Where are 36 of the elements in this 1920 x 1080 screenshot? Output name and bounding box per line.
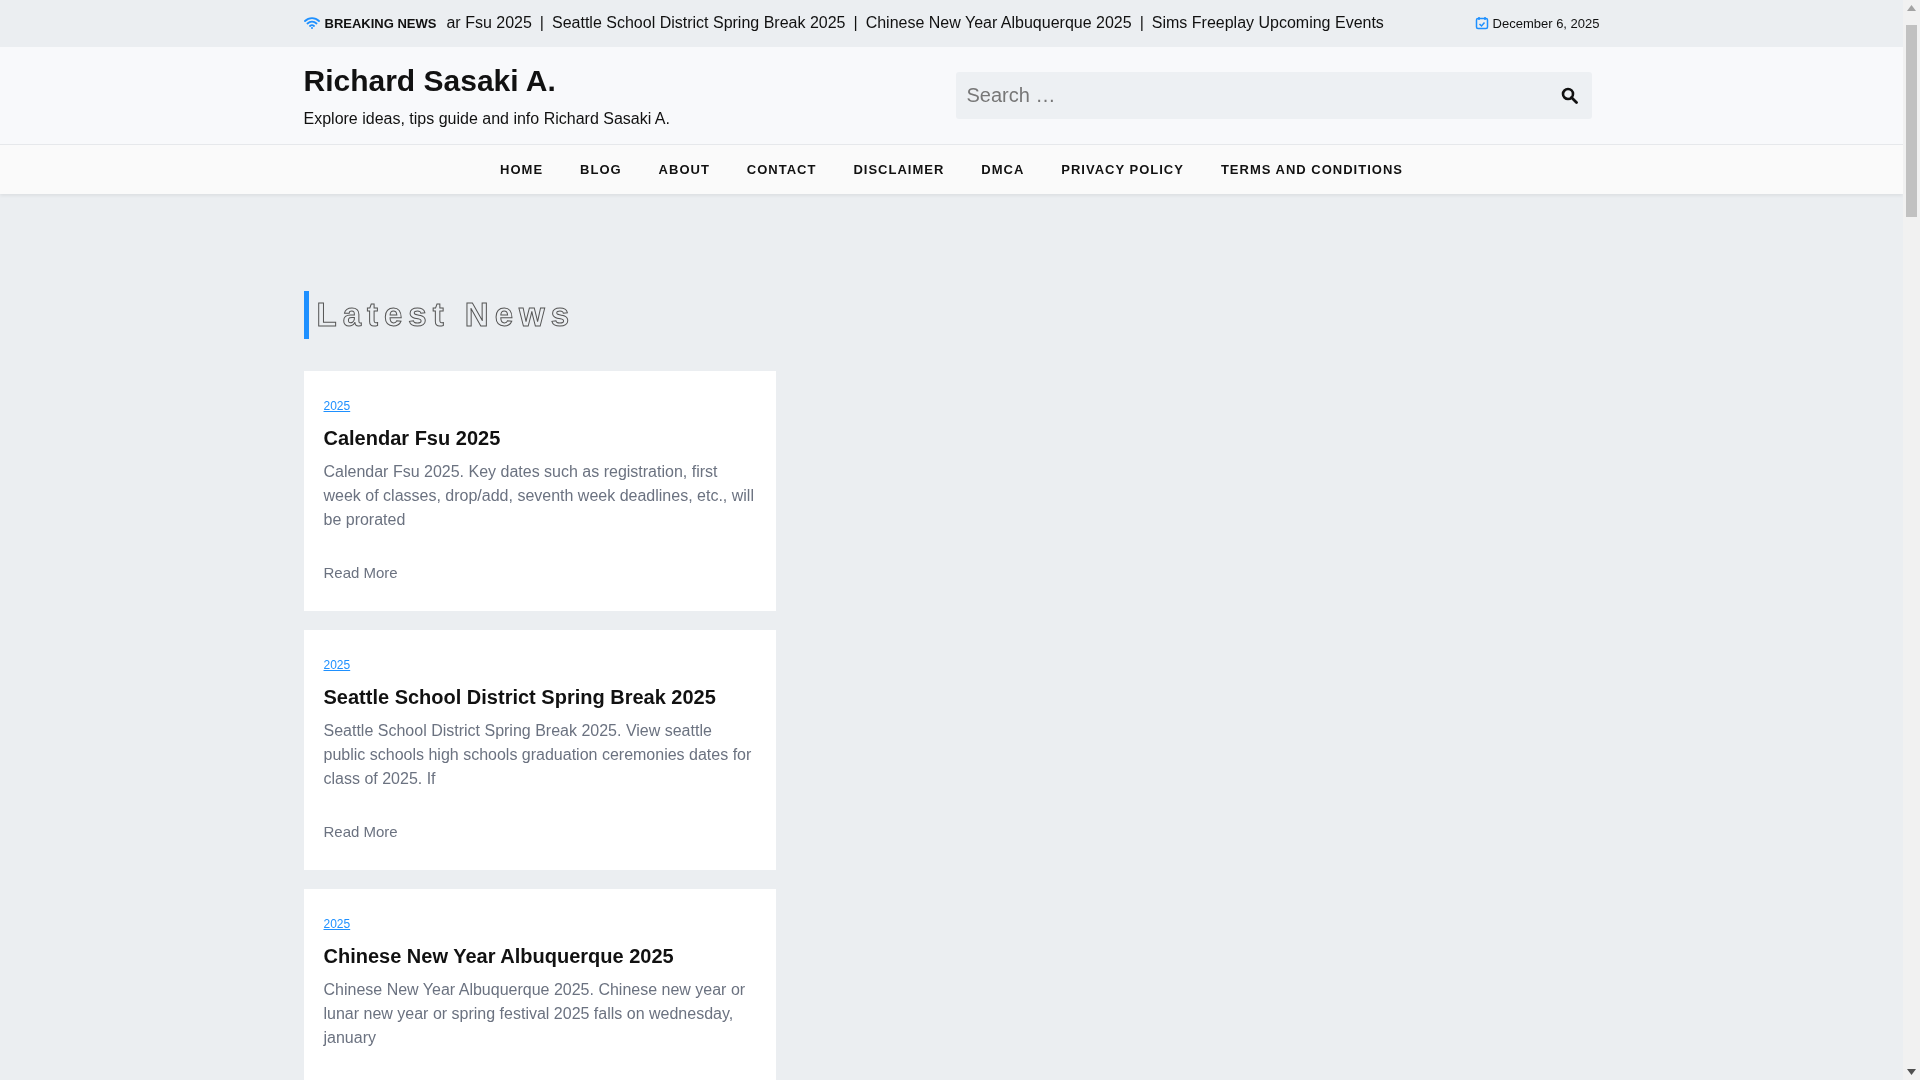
scroll-up-icon[interactable] — [1907, 5, 1916, 11]
post-excerpt: Seattle School District Spring Break 2025. View seattle public schools high schools graduation ceremonies dates for class of 2025. If — [323, 721, 753, 789]
section-heading: Latest News — [303, 291, 576, 339]
scrollbar-thumb[interactable] — [1906, 25, 1917, 217]
nav-link[interactable]: ABOUT — [658, 162, 710, 178]
post-title[interactable]: Calendar Fsu 2025 — [323, 427, 756, 450]
nav-link[interactable]: DMCA — [981, 162, 1025, 178]
separator: | — [853, 14, 858, 33]
nav-link[interactable]: BLOG — [580, 162, 622, 178]
headline-link[interactable]: Sims Freeplay Upcoming Events — [1151, 14, 1384, 33]
post-title[interactable]: Chinese New Year Albuquerque 2025 — [323, 945, 756, 968]
headline-link[interactable]: Chinese New Year Albuquerque 2025 — [865, 14, 1132, 33]
post-excerpt: Chinese New Year Albuquerque 2025. Chinese new year or lunar new year or spring festival 2025 falls on wednesday, january — [323, 980, 747, 1048]
nav-link[interactable]: DISCLAIMER — [853, 162, 945, 178]
scrollbar[interactable] — [1903, 0, 1920, 1080]
post-title[interactable]: Seattle School District Spring Break 2025 — [323, 686, 756, 709]
date-label: December 6, 2025 — [1474, 15, 1600, 31]
search-field[interactable]: Search … — [955, 72, 1592, 120]
breaking-news-label: BREAKING NEWS — [303, 15, 437, 31]
calendar-icon — [1474, 16, 1489, 31]
nav-link[interactable]: HOME — [500, 162, 544, 178]
headline-link[interactable]: Seattle School District Spring Break 2025 — [552, 14, 846, 33]
scroll-down-icon[interactable] — [1907, 1069, 1916, 1075]
nav-link[interactable]: TERMS AND CONDITIONS — [1220, 162, 1403, 178]
read-more-link[interactable]: Read More — [323, 823, 398, 840]
site-title[interactable]: Richard Sasaki A. — [303, 63, 956, 98]
site-tagline: Explore ideas, tips guide and info Richard Sasaki A. — [303, 109, 671, 128]
nav-link[interactable]: CONTACT — [746, 162, 817, 178]
search-icon[interactable] — [1560, 87, 1578, 105]
post-excerpt: Calendar Fsu 2025. Key dates such as registration, first week of classes, drop/add, seventh week deadlines, etc., will be prorated — [323, 462, 755, 530]
separator: | — [539, 14, 544, 33]
headline-link[interactable]: ar Fsu 2025 — [446, 14, 532, 33]
wifi-icon — [303, 17, 320, 30]
nav-link[interactable]: PRIVACY POLICY — [1061, 162, 1184, 178]
separator: | — [1139, 14, 1144, 33]
read-more-link[interactable]: Read More — [323, 564, 398, 581]
